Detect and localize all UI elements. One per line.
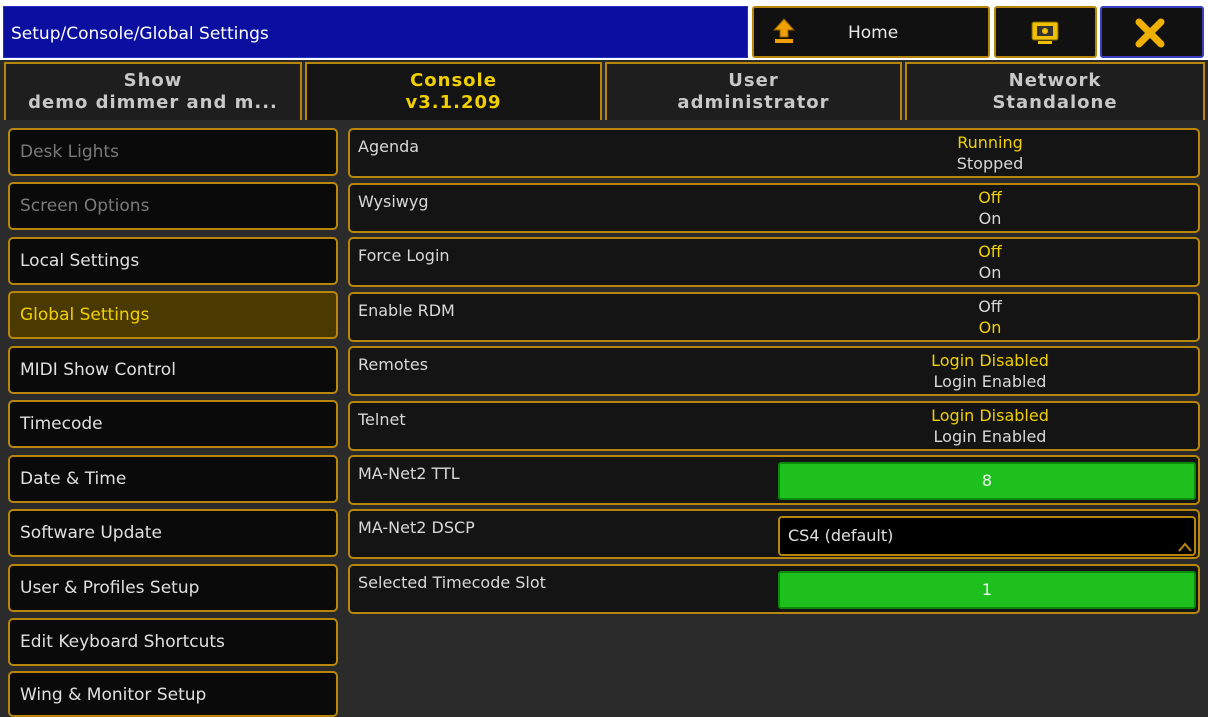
setting-row-wysiwyg: Wysiwyg Off On (348, 183, 1200, 233)
setting-label: MA-Net2 TTL (358, 464, 460, 483)
option-on[interactable]: On (780, 263, 1200, 283)
tab-bar: Show demo dimmer and m... Console v3.1.2… (0, 60, 1208, 122)
setting-row-manet2-dscp: MA-Net2 DSCP CS4 (default) (348, 509, 1200, 559)
setting-row-remotes: Remotes Login Disabled Login Enabled (348, 346, 1200, 396)
option-on[interactable]: On (780, 318, 1200, 338)
sidebar-item-label: Wing & Monitor Setup (20, 685, 207, 705)
dscp-select[interactable]: CS4 (default) (778, 516, 1196, 556)
sidebar-item-label: Screen Options (20, 196, 150, 216)
option-login-enabled[interactable]: Login Enabled (780, 372, 1200, 392)
sidebar-item-edit-keyboard-shortcuts[interactable]: Edit Keyboard Shortcuts (8, 618, 338, 666)
sidebar-item-label: Global Settings (20, 305, 150, 325)
sidebar-item-desk-lights[interactable]: Desk Lights (8, 128, 338, 176)
setting-row-telnet: Telnet Login Disabled Login Enabled (348, 401, 1200, 451)
sidebar-item-label: MIDI Show Control (20, 360, 176, 380)
option-login-disabled[interactable]: Login Disabled (780, 351, 1200, 371)
tab-network[interactable]: Network Standalone (905, 62, 1205, 120)
sidebar-item-timecode[interactable]: Timecode (8, 400, 338, 448)
tab-console[interactable]: Console v3.1.209 (305, 62, 602, 120)
page-title: Setup/Console/Global Settings (11, 24, 269, 44)
setting-label: Enable RDM (358, 301, 455, 320)
option-on[interactable]: On (780, 209, 1200, 229)
sidebar-item-label: Timecode (20, 414, 103, 434)
sidebar-item-wing-monitor-setup[interactable]: Wing & Monitor Setup (8, 671, 338, 717)
ttl-value-field[interactable]: 8 (778, 462, 1196, 500)
option-off[interactable]: Off (780, 242, 1200, 262)
setting-label: Selected Timecode Slot (358, 573, 546, 592)
tab-console-value: v3.1.209 (405, 92, 502, 113)
content-area: Desk Lights Screen Options Local Setting… (0, 122, 1208, 717)
title-box: Setup/Console/Global Settings (3, 6, 748, 58)
option-stopped[interactable]: Stopped (780, 154, 1200, 174)
tab-network-title: Network (1008, 70, 1102, 91)
sidebar-item-screen-options[interactable]: Screen Options (8, 182, 338, 230)
setting-label: Agenda (358, 137, 420, 156)
tab-console-title: Console (410, 70, 497, 91)
timecode-slot-field[interactable]: 1 (778, 571, 1196, 609)
setting-label: Remotes (358, 355, 429, 374)
sidebar-item-label: Software Update (20, 523, 162, 543)
sidebar-item-software-update[interactable]: Software Update (8, 509, 338, 557)
option-running[interactable]: Running (780, 133, 1200, 153)
tab-user-title: User (728, 70, 779, 91)
setting-row-selected-timecode-slot: Selected Timecode Slot 1 (348, 564, 1200, 614)
screen-view-button[interactable] (994, 6, 1097, 58)
home-label: Home (848, 23, 899, 43)
tab-network-value: Standalone (992, 92, 1118, 113)
sidebar-item-label: Date & Time (20, 469, 127, 489)
setting-label: Force Login (358, 246, 450, 265)
home-up-arrow-icon (772, 18, 796, 43)
setting-label: MA-Net2 DSCP (358, 518, 475, 537)
dscp-select-value: CS4 (default) (788, 526, 894, 545)
tab-show[interactable]: Show demo dimmer and m... (4, 62, 302, 120)
close-x-icon (1135, 18, 1165, 48)
dropdown-arrow-icon (1178, 542, 1192, 552)
sidebar-item-label: Desk Lights (20, 142, 119, 162)
setting-row-enable-rdm: Enable RDM Off On (348, 292, 1200, 342)
setting-label: Wysiwyg (358, 192, 429, 211)
sidebar-item-date-time[interactable]: Date & Time (8, 455, 338, 503)
sidebar-item-global-settings[interactable]: Global Settings (8, 291, 338, 339)
option-login-disabled[interactable]: Login Disabled (780, 406, 1200, 426)
setting-row-force-login: Force Login Off On (348, 237, 1200, 287)
sidebar-item-user-profiles-setup[interactable]: User & Profiles Setup (8, 564, 338, 612)
tab-user-value: administrator (677, 92, 830, 113)
tab-show-value: demo dimmer and m... (28, 92, 278, 113)
tab-show-title: Show (123, 70, 183, 91)
sidebar-item-label: Local Settings (20, 251, 140, 271)
sidebar-item-label: User & Profiles Setup (20, 578, 200, 598)
title-bar: Setup/Console/Global Settings Home (0, 0, 1208, 60)
option-off[interactable]: Off (780, 188, 1200, 208)
home-button[interactable]: Home (752, 6, 990, 58)
setting-row-manet2-ttl: MA-Net2 TTL 8 (348, 455, 1200, 505)
sidebar-item-midi-show-control[interactable]: MIDI Show Control (8, 346, 338, 394)
close-button[interactable] (1100, 6, 1204, 58)
option-login-enabled[interactable]: Login Enabled (780, 427, 1200, 447)
option-off[interactable]: Off (780, 297, 1200, 317)
sidebar-item-label: Edit Keyboard Shortcuts (20, 632, 225, 652)
setting-row-agenda: Agenda Running Stopped (348, 128, 1200, 178)
screen-view-icon (1031, 21, 1059, 44)
tab-user[interactable]: User administrator (605, 62, 902, 120)
setting-label: Telnet (358, 410, 406, 429)
sidebar-item-local-settings[interactable]: Local Settings (8, 237, 338, 285)
